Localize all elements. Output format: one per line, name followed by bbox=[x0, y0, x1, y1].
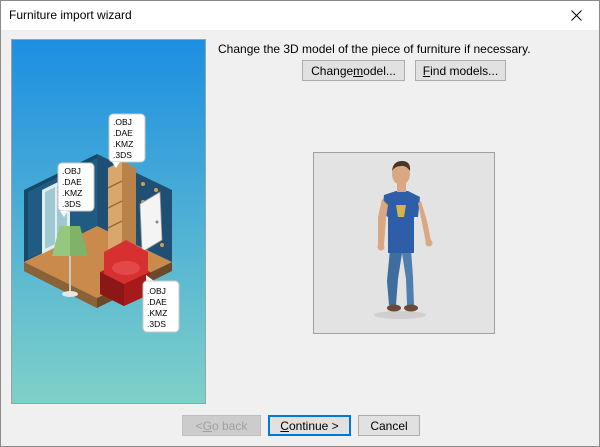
close-icon bbox=[570, 10, 582, 21]
model-preview[interactable] bbox=[313, 152, 495, 334]
find-models-button[interactable]: Find models... bbox=[415, 60, 506, 81]
format-bubble-top: .OBJ .DAE .KMZ .3DS bbox=[108, 113, 146, 168]
format-label: .3DS bbox=[62, 199, 81, 209]
format-label: .3DS bbox=[113, 150, 132, 160]
button-mnemonic: F bbox=[422, 63, 431, 78]
window-title: Furniture import wizard bbox=[9, 8, 132, 22]
format-label: .DAE bbox=[147, 297, 167, 307]
format-bubble-bottom: .OBJ .DAE .KMZ .3DS bbox=[142, 275, 180, 333]
button-mnemonic: C bbox=[280, 418, 289, 433]
title-bar: Furniture import wizard bbox=[1, 1, 599, 30]
go-back-button[interactable]: < Go back bbox=[182, 415, 261, 436]
format-label: .OBJ bbox=[62, 166, 81, 176]
furniture-import-wizard-window: Furniture import wizard .OBJ .DAE .KMZ .… bbox=[0, 0, 600, 447]
format-label: .KMZ bbox=[147, 308, 167, 318]
format-label: .DAE bbox=[113, 128, 133, 138]
format-label: .DAE bbox=[62, 177, 82, 187]
button-label: Change bbox=[311, 63, 354, 78]
format-label: .KMZ bbox=[62, 188, 82, 198]
wizard-illustration: .OBJ .DAE .KMZ .3DS .OBJ .DAE .KMZ .3DS … bbox=[11, 39, 206, 404]
cancel-button[interactable]: Cancel bbox=[358, 415, 420, 436]
button-label: ontinue > bbox=[288, 418, 339, 433]
continue-button[interactable]: Continue > bbox=[268, 415, 351, 436]
format-label: .OBJ bbox=[113, 117, 132, 127]
button-label: o back bbox=[212, 418, 248, 433]
close-button[interactable] bbox=[553, 1, 599, 30]
format-label: .OBJ bbox=[147, 286, 166, 296]
format-label: .KMZ bbox=[113, 139, 133, 149]
change-model-button[interactable]: Change m odel... bbox=[302, 60, 405, 81]
button-label: < bbox=[195, 418, 203, 433]
instruction-text: Change the 3D model of the piece of furn… bbox=[218, 42, 531, 56]
button-mnemonic: G bbox=[202, 418, 212, 433]
format-bubble-left: .OBJ .DAE .KMZ .3DS bbox=[57, 162, 95, 217]
format-label: .3DS bbox=[147, 319, 166, 329]
button-label: ind models... bbox=[430, 63, 499, 78]
person-model-image bbox=[374, 161, 433, 319]
button-mnemonic: m bbox=[353, 63, 364, 78]
button-label: odel... bbox=[363, 63, 396, 78]
